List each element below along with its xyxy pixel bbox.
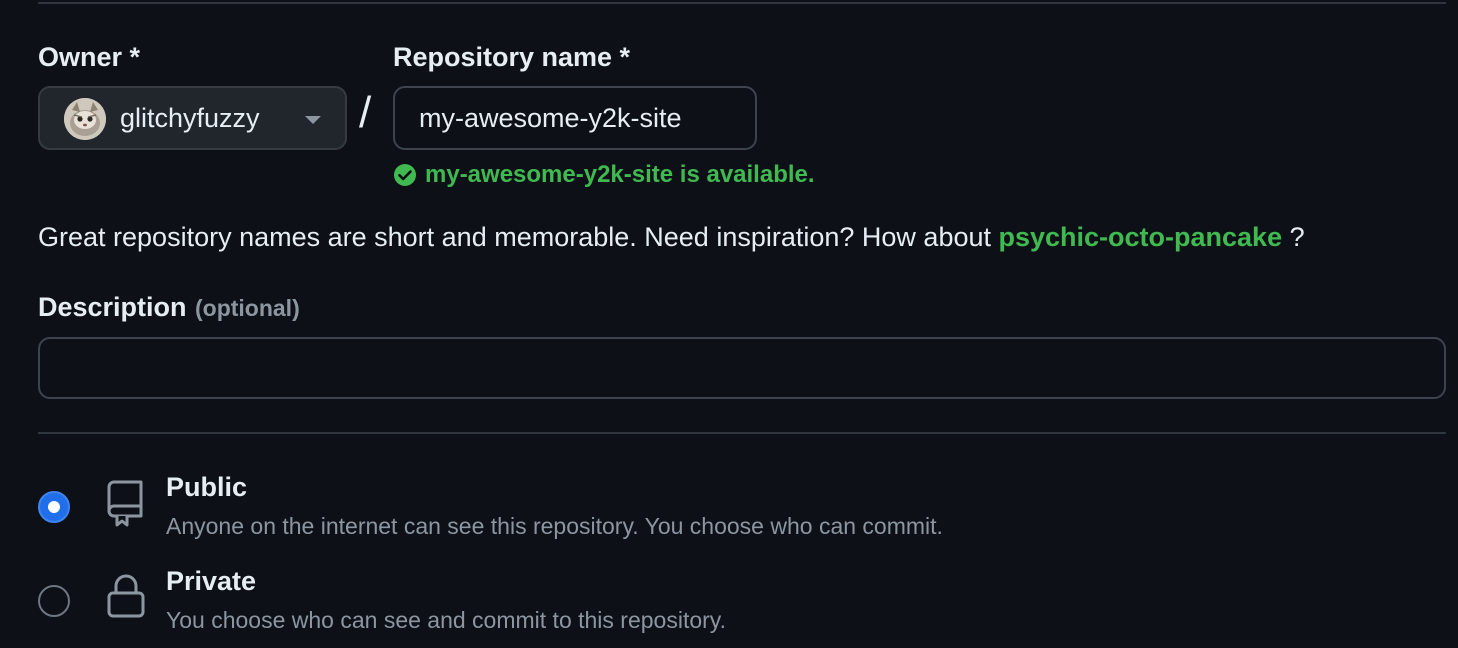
description-input[interactable] — [38, 337, 1446, 399]
private-description: You choose who can see and commit to thi… — [166, 607, 726, 633]
repository-name-label: Repository name * — [393, 42, 631, 72]
avatar — [64, 98, 106, 140]
public-title: Public — [166, 472, 248, 502]
owner-repo-separator: / — [359, 88, 372, 137]
name-suggestion-hint: Great repository names are short and mem… — [38, 222, 1305, 253]
availability-message: my-awesome-y2k-site is available. — [393, 161, 815, 189]
repo-book-icon — [107, 480, 143, 527]
check-circle-icon — [394, 164, 416, 186]
section-divider — [38, 432, 1446, 434]
create-repo-form: Owner * Repository name * glitchyfuzzy / — [0, 0, 1458, 648]
owner-label: Owner * — [38, 42, 141, 72]
optional-tag: (optional) — [194, 295, 300, 321]
private-title: Private — [166, 566, 257, 596]
hint-text: Great repository names are short and mem… — [38, 222, 999, 252]
public-description: Anyone on the internet can see this repo… — [166, 513, 943, 539]
owner-select[interactable]: glitchyfuzzy — [38, 86, 347, 150]
description-label: Description (optional) — [38, 292, 300, 323]
lock-icon — [107, 574, 145, 618]
private-radio[interactable] — [38, 585, 70, 617]
suggested-name-link[interactable]: psychic-octo-pancake — [999, 222, 1283, 252]
description-label-text: Description — [38, 292, 187, 322]
caret-down-icon — [305, 116, 321, 124]
public-radio[interactable] — [38, 491, 70, 523]
availability-text: my-awesome-y2k-site is available. — [425, 161, 815, 188]
hint-suffix: ? — [1282, 222, 1305, 252]
owner-name: glitchyfuzzy — [120, 103, 260, 133]
top-divider — [38, 2, 1446, 4]
repository-name-input[interactable] — [393, 86, 757, 150]
